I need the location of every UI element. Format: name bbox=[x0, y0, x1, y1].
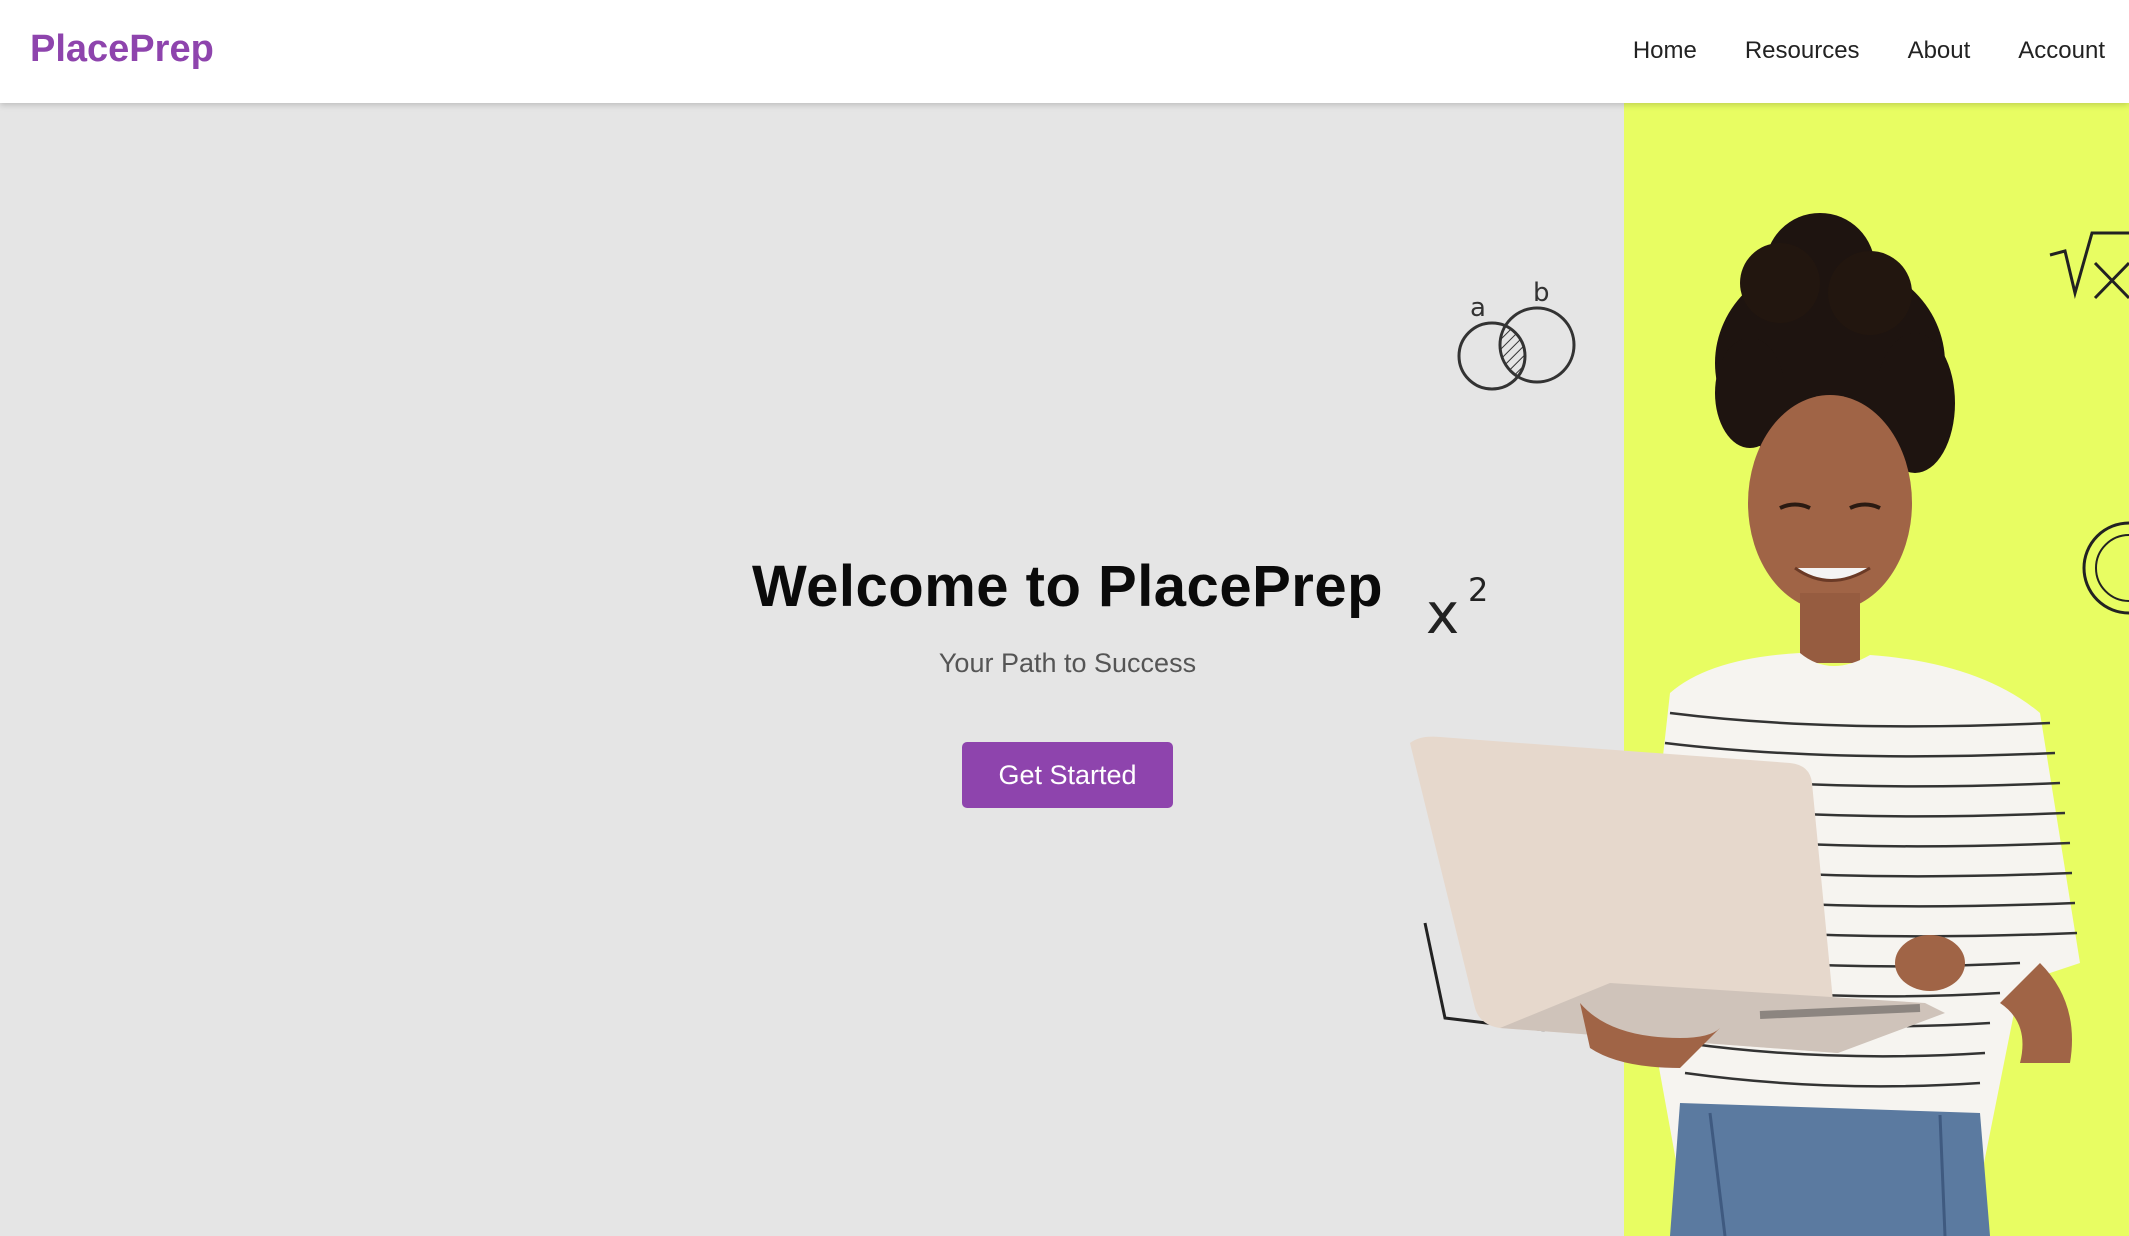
nav-menu: Home Resources About Account bbox=[1633, 37, 2105, 65]
svg-text:x: x bbox=[1426, 582, 1459, 647]
venn-label-a: a bbox=[1470, 293, 1486, 323]
brand-logo[interactable]: PlacePrep bbox=[30, 28, 214, 71]
sqrt-x-doodle bbox=[2049, 231, 2129, 300]
svg-text:2: 2 bbox=[1468, 571, 1488, 609]
get-started-button[interactable]: Get Started bbox=[962, 742, 1173, 808]
nav-item-account[interactable]: Account bbox=[2018, 37, 2105, 65]
hero-subtitle: Your Path to Success bbox=[938, 648, 1197, 678]
hero-illustration: a b x 2 bbox=[1410, 213, 2129, 1236]
venn-label-b: b bbox=[1533, 278, 1550, 308]
hero-content: Welcome to PlacePrep Your Path to Succes… bbox=[700, 553, 1435, 808]
x-squared-doodle: x 2 bbox=[1426, 571, 1488, 647]
top-navbar: PlacePrep Home Resources About Account bbox=[0, 0, 2129, 103]
venn-diagram-doodle: a b bbox=[1457, 278, 1576, 391]
hero-section: Welcome to PlacePrep Your Path to Succes… bbox=[0, 103, 2129, 1236]
nav-item-resources[interactable]: Resources bbox=[1745, 37, 1860, 65]
hero-title: Welcome to PlacePrep bbox=[751, 554, 1384, 619]
nav-item-home[interactable]: Home bbox=[1633, 37, 1697, 65]
nav-item-about[interactable]: About bbox=[1908, 37, 1971, 65]
